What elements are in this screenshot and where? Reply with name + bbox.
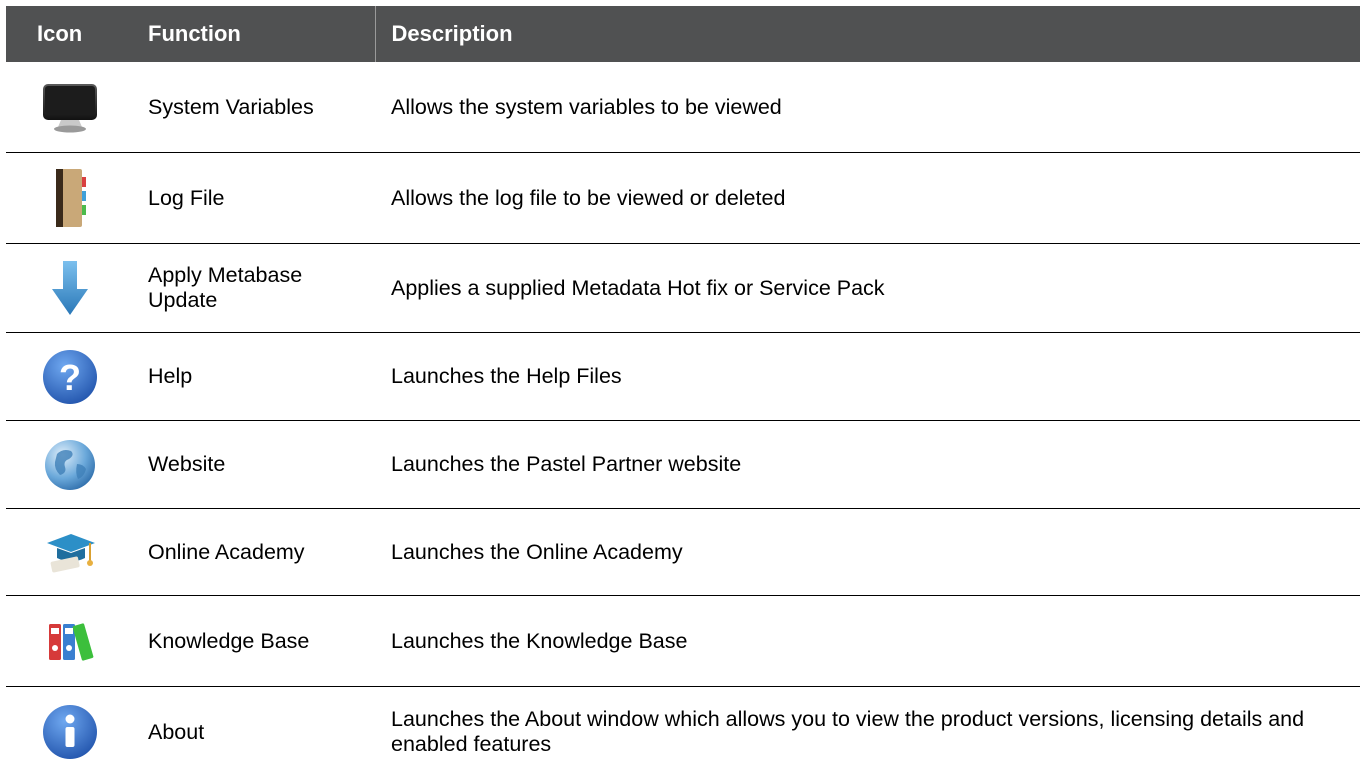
description-cell: Allows the log file to be viewed or dele…	[375, 152, 1360, 244]
description-cell: Applies a supplied Metadata Hot fix or S…	[375, 243, 1360, 333]
info-icon	[39, 701, 101, 763]
monitor-icon	[39, 76, 101, 138]
function-cell: Help	[134, 332, 375, 421]
function-cell: Website	[134, 420, 375, 509]
table-row: Log File Allows the log file to be viewe…	[6, 152, 1360, 244]
table-row: Online Academy Launches the Online Acade…	[6, 508, 1360, 596]
description-cell: Launches the About window which allows y…	[391, 707, 1305, 756]
function-cell: System Variables	[134, 62, 375, 153]
header-function: Function	[134, 6, 375, 62]
help-icon: ?	[39, 346, 101, 408]
header-icon: Icon	[6, 6, 134, 62]
description-cell: Launches the Knowledge Base	[375, 595, 1360, 687]
notebook-icon	[39, 167, 101, 229]
table-row: About Launches the About window which al…	[6, 687, 1360, 778]
header-description: Description	[374, 6, 1360, 62]
description-cell: Launches the Pastel Partner website	[375, 420, 1360, 509]
graduation-cap-icon	[39, 521, 101, 583]
function-cell: Log File	[134, 152, 375, 244]
table-row: ? Help Launches the Help Files	[6, 332, 1360, 421]
function-table: Icon Function Description System Variabl…	[6, 6, 1360, 777]
globe-icon	[39, 434, 101, 496]
table-row: Website Launches the Pastel Partner webs…	[6, 420, 1360, 509]
svg-text:?: ?	[59, 357, 81, 398]
description-cell: Launches the Help Files	[375, 332, 1360, 421]
function-cell: Apply Metabase Update	[134, 243, 375, 333]
table-row: System Variables Allows the system varia…	[6, 62, 1360, 153]
function-cell: Knowledge Base	[134, 595, 375, 687]
table-header-row: Icon Function Description	[6, 6, 1360, 62]
description-cell: Launches the Online Academy	[375, 508, 1360, 596]
download-arrow-icon	[39, 257, 101, 319]
function-table-document: Icon Function Description System Variabl…	[6, 6, 1360, 777]
binders-icon	[39, 610, 101, 672]
table-row: Apply Metabase Update Applies a supplied…	[6, 243, 1360, 333]
description-cell: Allows the system variables to be viewed	[375, 62, 1360, 153]
table-row: Knowledge Base Launches the Knowledge Ba…	[6, 595, 1360, 687]
function-cell: Online Academy	[134, 508, 375, 596]
function-cell: About	[148, 719, 205, 744]
